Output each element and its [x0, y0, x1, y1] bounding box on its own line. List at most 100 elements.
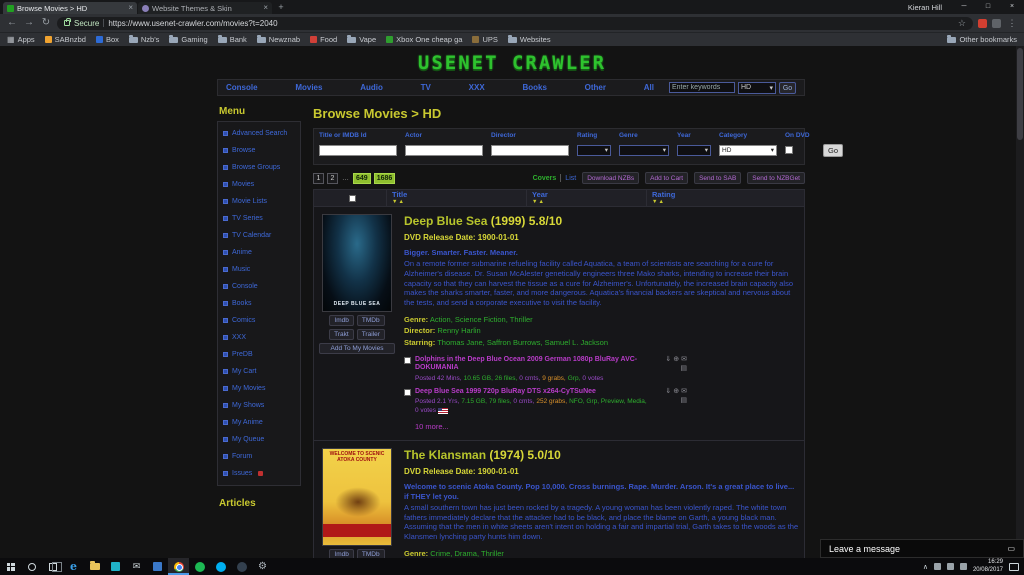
scrollbar-thumb[interactable]	[1017, 48, 1023, 140]
nzb-extras[interactable]: NFO, Grp, Preview, Media,	[569, 398, 647, 405]
sidebar-link[interactable]: Browse	[232, 147, 255, 154]
nav-books[interactable]: Books	[522, 83, 546, 92]
imdb-button[interactable]: Imdb	[329, 549, 354, 558]
browser-profile-name[interactable]: Kieran Hill	[908, 3, 942, 12]
genre-filter-select[interactable]: ▾	[619, 144, 669, 156]
nav-other[interactable]: Other	[585, 83, 606, 92]
tmdb-button[interactable]: TMDb	[356, 315, 385, 326]
sidebar-link[interactable]: My Cart	[232, 368, 257, 375]
chat-widget[interactable]: Leave a message ▭	[820, 539, 1024, 558]
nzb-checkbox[interactable]	[404, 388, 411, 396]
bookmark-folder-bank[interactable]: Bank	[217, 35, 247, 44]
year-column-header[interactable]: Year ▼▲	[526, 190, 646, 206]
trakt-button[interactable]: Trakt	[329, 329, 354, 340]
maximize-button[interactable]: □	[976, 0, 1000, 13]
movie-poster[interactable]: WELCOME TO SCENIC ATOKA COUNTY	[322, 448, 392, 547]
tab-close-icon[interactable]: ×	[128, 4, 133, 12]
list-view-toggle[interactable]: List	[565, 175, 576, 182]
sort-icons[interactable]: ▼▲	[652, 199, 804, 206]
tmdb-button[interactable]: TMDb	[356, 549, 385, 558]
nzb-details-icon[interactable]: ▤	[680, 397, 687, 404]
address-bar[interactable]: Secure https://www.usenet-crawler.com/mo…	[57, 16, 973, 30]
bookmark-folder-vape[interactable]: Vape	[347, 35, 376, 44]
task-view-button[interactable]	[42, 558, 63, 575]
reload-icon[interactable]: ↻	[40, 18, 52, 28]
sort-icons[interactable]: ▼▲	[392, 199, 526, 206]
sort-icons[interactable]: ▼▲	[532, 199, 646, 206]
back-icon[interactable]: ←	[6, 18, 18, 28]
taskbar-app-photos[interactable]	[147, 558, 168, 575]
taskbar-app-file-explorer[interactable]	[84, 558, 105, 575]
sidebar-link[interactable]: My Queue	[232, 436, 264, 443]
close-button[interactable]: ×	[1000, 0, 1024, 13]
page-button-649[interactable]: 649	[353, 172, 371, 184]
year-filter-select[interactable]: ▾	[677, 144, 711, 156]
title-column-header[interactable]: Title ▼▲	[386, 190, 526, 206]
new-tab-button[interactable]: +	[273, 2, 289, 12]
nav-console[interactable]: Console	[226, 83, 258, 92]
bookmark-star-icon[interactable]: ☆	[958, 18, 966, 29]
taskbar-app-chrome[interactable]	[168, 558, 189, 575]
action-center-icon[interactable]	[1009, 562, 1019, 571]
taskbar-app-steam[interactable]	[231, 558, 252, 575]
browser-tab-background[interactable]: Website Themes & Skin ×	[138, 2, 272, 14]
sidebar-link[interactable]: Books	[232, 300, 251, 307]
rating-column-header[interactable]: Rating ▼▲	[646, 190, 804, 206]
select-all-checkbox[interactable]	[349, 195, 356, 202]
tab-close-icon[interactable]: ×	[263, 4, 268, 12]
nzb-checkbox[interactable]	[404, 356, 411, 364]
ondvd-checkbox[interactable]	[785, 146, 793, 154]
forward-icon[interactable]: →	[23, 18, 35, 28]
tray-up-icon[interactable]: ∧	[923, 563, 928, 571]
sidebar-link[interactable]: Comics	[232, 317, 255, 324]
bookmark-box[interactable]: Box	[95, 35, 119, 44]
nzb-title-link[interactable]: Deep Blue Sea 1999 720p BluRay DTS x264-…	[415, 388, 653, 396]
sidebar-link[interactable]: Advanced Search	[232, 130, 287, 137]
taskbar-app-mail[interactable]: ✉	[126, 558, 147, 575]
send-to-nzbget-button[interactable]: Send to NZBGet	[747, 172, 805, 184]
sidebar-link[interactable]: My Anime	[232, 419, 263, 426]
taskbar-app-edge[interactable]: e	[63, 558, 84, 575]
sidebar-link[interactable]: TV Series	[232, 215, 263, 222]
bookmark-apps[interactable]: ▦ Apps	[7, 35, 35, 44]
bookmark-folder-nzbs[interactable]: Nzb's	[128, 35, 159, 44]
download-nzb-icon[interactable]: ⇓	[665, 356, 671, 363]
page-button-last[interactable]: 1686	[373, 172, 396, 184]
nzb-title-link[interactable]: Dolphins in the Deep Blue Ocean 2009 Ger…	[415, 356, 653, 373]
sidebar-link[interactable]: Movies	[232, 181, 254, 188]
bookmark-ups[interactable]: UPS	[472, 35, 498, 44]
sidebar-link[interactable]: My Movies	[232, 385, 265, 392]
nav-audio[interactable]: Audio	[360, 83, 383, 92]
battery-icon[interactable]	[959, 563, 967, 570]
bookmark-sabnzbd[interactable]: SABnzbd	[44, 35, 86, 44]
sidebar-link[interactable]: TV Calendar	[232, 232, 271, 239]
other-bookmarks[interactable]: Other bookmarks	[947, 35, 1017, 44]
rating-filter-select[interactable]: ▾	[577, 144, 611, 156]
add-to-cart-button[interactable]: Add to Cart	[645, 172, 689, 184]
nav-xxx[interactable]: XXX	[469, 83, 485, 92]
start-button[interactable]	[0, 558, 21, 575]
keyword-search-input[interactable]	[669, 82, 735, 93]
bookmark-xbox[interactable]: Xbox One cheap ga	[386, 35, 462, 44]
taskbar-app-store[interactable]	[105, 558, 126, 575]
page-button-2[interactable]: 2	[327, 172, 338, 184]
nzb-details-icon[interactable]: ▤	[680, 365, 687, 372]
cortana-search-button[interactable]	[21, 558, 42, 575]
taskbar-app-spotify[interactable]	[189, 558, 210, 575]
nav-all[interactable]: All	[644, 83, 654, 92]
add-to-my-movies-button[interactable]: Add To My Movies	[319, 343, 395, 354]
nav-tv[interactable]: TV	[421, 83, 431, 92]
search-go-button[interactable]: Go	[779, 81, 796, 94]
minimize-button[interactable]: ─	[952, 0, 976, 13]
page-scrollbar[interactable]	[1016, 46, 1024, 558]
sidebar-link[interactable]: Forum	[232, 453, 252, 460]
chrome-menu-icon[interactable]: ⋮	[1006, 18, 1018, 28]
covers-view-toggle[interactable]: Covers	[533, 175, 557, 182]
sidebar-link[interactable]: Browse Groups	[232, 164, 280, 171]
page-button-1[interactable]: 1	[313, 172, 324, 184]
download-nzbs-button[interactable]: Download NZBs	[582, 172, 640, 184]
sidebar-link[interactable]: PreDB	[232, 351, 253, 358]
download-nzb-icon[interactable]: ⇓	[665, 388, 671, 395]
filter-go-button[interactable]: Go	[823, 143, 843, 157]
sidebar-link[interactable]: Movie Lists	[232, 198, 267, 205]
